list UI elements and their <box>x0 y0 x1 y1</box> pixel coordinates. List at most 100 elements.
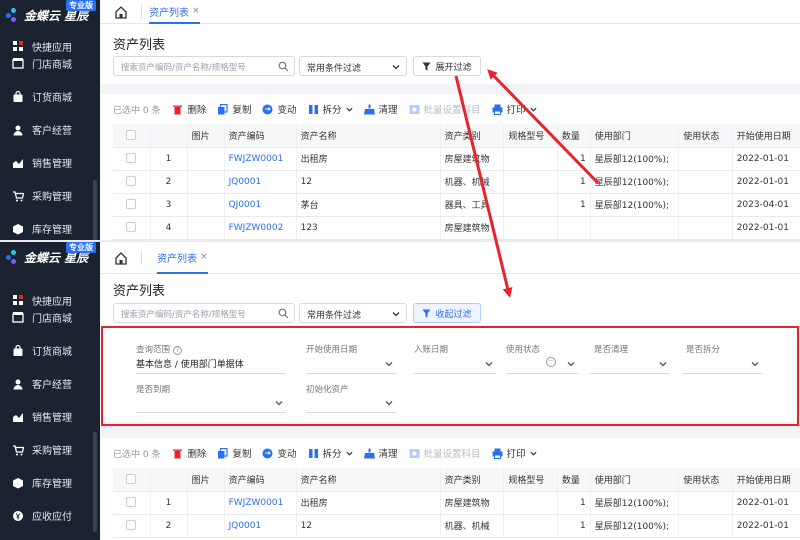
search-icon[interactable] <box>278 61 289 72</box>
column-header-status[interactable]: 使用状态 <box>678 468 733 492</box>
tab-asset-list[interactable]: 资产列表 × <box>157 242 208 274</box>
table-row[interactable]: 4 FWJZW0002 123 房屋建筑物 2022-01-01 <box>113 216 800 240</box>
sidebar-item-purchase[interactable]: 采购管理 <box>0 433 100 466</box>
asset-quantity: 1 <box>557 514 591 538</box>
more-icon[interactable]: ··· <box>546 357 556 367</box>
split-button[interactable]: 拆分 <box>308 446 353 460</box>
copy-button[interactable]: 复制 <box>217 102 251 116</box>
table-row[interactable]: 3 QJ0001 茅台 器具、工具 1 星辰部12(100%); 2023-04-01 <box>113 193 800 217</box>
close-icon[interactable]: × <box>200 252 208 262</box>
column-header-image: 图片 <box>187 468 225 492</box>
asset-code-link[interactable]: JQ0001 <box>224 514 297 538</box>
sidebar-item-store[interactable]: 门店商城 <box>0 56 100 71</box>
column-header-name[interactable]: 资产名称 <box>296 468 441 492</box>
table-row[interactable]: 2 JQ0001 12 机器、机械 1 星辰部12(100%); 2022-01-01 <box>113 170 800 194</box>
search-input[interactable]: 搜索资产编码/资产名称/规格型号 <box>113 56 295 76</box>
sidebar-item-inventory[interactable]: 库存管理 <box>0 212 100 240</box>
select-all-checkbox[interactable] <box>113 468 151 492</box>
column-header-category[interactable]: 资产类别 <box>440 468 505 492</box>
asset-department: 星辰部12(100%); <box>590 514 680 538</box>
sidebar-item-customer[interactable]: 客户经营 <box>0 367 100 400</box>
column-header-start-date[interactable]: 开始使用日期 <box>732 468 800 492</box>
sidebar-item-receivables[interactable]: 应收应付 <box>0 499 100 532</box>
expired-select[interactable] <box>136 393 286 413</box>
sidebar-item-customer[interactable]: 客户经营 <box>0 113 100 146</box>
filter-condition-select[interactable]: 常用条件过滤 <box>299 56 407 76</box>
start-date-picker[interactable] <box>306 354 396 374</box>
asset-list: 已选中 0 条 删除 复制 变动 拆分 清理 批量设置科目 打印 图片 资产编码… <box>101 438 800 540</box>
expand-filter-button[interactable]: 展开过滤 <box>413 56 481 76</box>
asset-code-link[interactable]: FWJZW0002 <box>224 216 297 240</box>
row-checkbox[interactable] <box>113 514 151 538</box>
asset-code-link[interactable]: FWJZW0001 <box>224 147 297 171</box>
split-button[interactable]: 拆分 <box>308 102 353 116</box>
home-icon[interactable] <box>113 251 129 265</box>
asset-quantity: 1 <box>557 491 591 515</box>
row-checkbox[interactable] <box>113 170 151 194</box>
batch-subject-button[interactable]: 批量设置科目 <box>409 446 481 460</box>
asset-code-link[interactable]: JQ0001 <box>224 170 297 194</box>
screenshot-after: 金蝶云 星辰 专业版 快捷应用 门店商城 订货商城 客户经营 销售管理 采购管理… <box>0 242 800 540</box>
asset-code-link[interactable]: QJ0001 <box>224 193 297 217</box>
select-all-checkbox[interactable] <box>113 124 151 148</box>
sidebar-item-order-mall[interactable]: 订货商城 <box>0 80 100 113</box>
filter-condition-select[interactable]: 常用条件过滤 <box>299 303 407 323</box>
column-header-qty[interactable]: 数量 <box>557 124 591 148</box>
sidebar-item-order-mall[interactable]: 订货商城 <box>0 334 100 367</box>
delete-button[interactable]: 删除 <box>172 446 206 460</box>
asset-code-link[interactable]: FWJZW0001 <box>224 491 297 515</box>
row-checkbox[interactable] <box>113 147 151 171</box>
sidebar-item-quick-apps[interactable]: 快捷应用 <box>0 36 100 56</box>
initial-asset-select[interactable] <box>306 393 396 413</box>
sidebar-item-store[interactable]: 门店商城 <box>0 310 100 325</box>
sidebar-nav: 快捷应用 门店商城 订货商城 客户经营 销售管理 采购管理 库存管理 应收应付 <box>0 290 100 532</box>
column-header-code[interactable]: 资产编码 <box>224 468 297 492</box>
row-checkbox[interactable] <box>113 216 151 240</box>
sidebar-scrollbar[interactable] <box>93 180 97 240</box>
table-row[interactable]: 2 JQ0001 12 机器、机械 1 星辰部12(100%); 2022-01-01 <box>113 514 800 538</box>
column-header-start-date[interactable]: 开始使用日期 <box>732 124 800 148</box>
entry-date-picker[interactable] <box>414 354 496 374</box>
change-button[interactable]: 变动 <box>262 102 297 116</box>
tab-asset-list[interactable]: 资产列表 × <box>149 0 200 24</box>
copy-button[interactable]: 复制 <box>217 446 251 460</box>
chevron-down-icon <box>385 399 393 407</box>
status-select[interactable]: ··· <box>506 354 578 374</box>
column-header-dept[interactable]: 使用部门 <box>590 468 680 492</box>
print-button[interactable]: 打印 <box>492 102 537 116</box>
clear-button[interactable]: 清理 <box>363 102 398 116</box>
close-icon[interactable]: × <box>192 6 200 16</box>
scope-select[interactable]: 基本信息 / 使用部门单据体 <box>136 354 286 374</box>
search-icon[interactable] <box>278 308 289 319</box>
sidebar-item-purchase[interactable]: 采购管理 <box>0 179 100 212</box>
sidebar-item-inventory[interactable]: 库存管理 <box>0 466 100 499</box>
row-checkbox[interactable] <box>113 193 151 217</box>
delete-button[interactable]: 删除 <box>172 102 206 116</box>
cleared-select[interactable] <box>590 354 670 374</box>
change-button[interactable]: 变动 <box>262 446 297 460</box>
sidebar-item-sales[interactable]: 销售管理 <box>0 146 100 179</box>
column-header-code[interactable]: 资产编码 <box>224 124 297 148</box>
column-header-qty[interactable]: 数量 <box>557 468 591 492</box>
box-icon <box>12 223 24 235</box>
column-header-spec[interactable]: 规格型号 <box>503 124 558 148</box>
table-row[interactable]: 1 FWJZW0001 出租房 房屋建筑物 1 星辰部12(100%); 2022-01-0… <box>113 491 800 515</box>
table-row[interactable]: 1 FWJZW0001 出租房 房屋建筑物 1 星辰部12(100%); 2022-01-0… <box>113 147 800 171</box>
column-header-category[interactable]: 资产类别 <box>440 124 505 148</box>
column-header-name[interactable]: 资产名称 <box>296 124 441 148</box>
clear-button[interactable]: 清理 <box>363 446 398 460</box>
print-button[interactable]: 打印 <box>492 446 537 460</box>
column-header-status[interactable]: 使用状态 <box>678 124 733 148</box>
table-header-row: 图片 资产编码 资产名称 资产类别 规格型号 数量 使用部门 使用状态 开始使用… <box>113 124 800 148</box>
split-select[interactable] <box>682 354 762 374</box>
row-checkbox[interactable] <box>113 491 151 515</box>
column-header-dept[interactable]: 使用部门 <box>590 124 680 148</box>
search-input[interactable]: 搜索资产编码/资产名称/规格型号 <box>113 303 295 323</box>
sidebar-item-quick-apps[interactable]: 快捷应用 <box>0 290 100 310</box>
home-icon[interactable] <box>113 5 129 19</box>
collapse-filter-button[interactable]: 收起过滤 <box>413 303 481 323</box>
sidebar-item-sales[interactable]: 销售管理 <box>0 400 100 433</box>
sidebar-scrollbar[interactable] <box>93 432 97 532</box>
batch-subject-button[interactable]: 批量设置科目 <box>409 102 481 116</box>
column-header-spec[interactable]: 规格型号 <box>503 468 558 492</box>
